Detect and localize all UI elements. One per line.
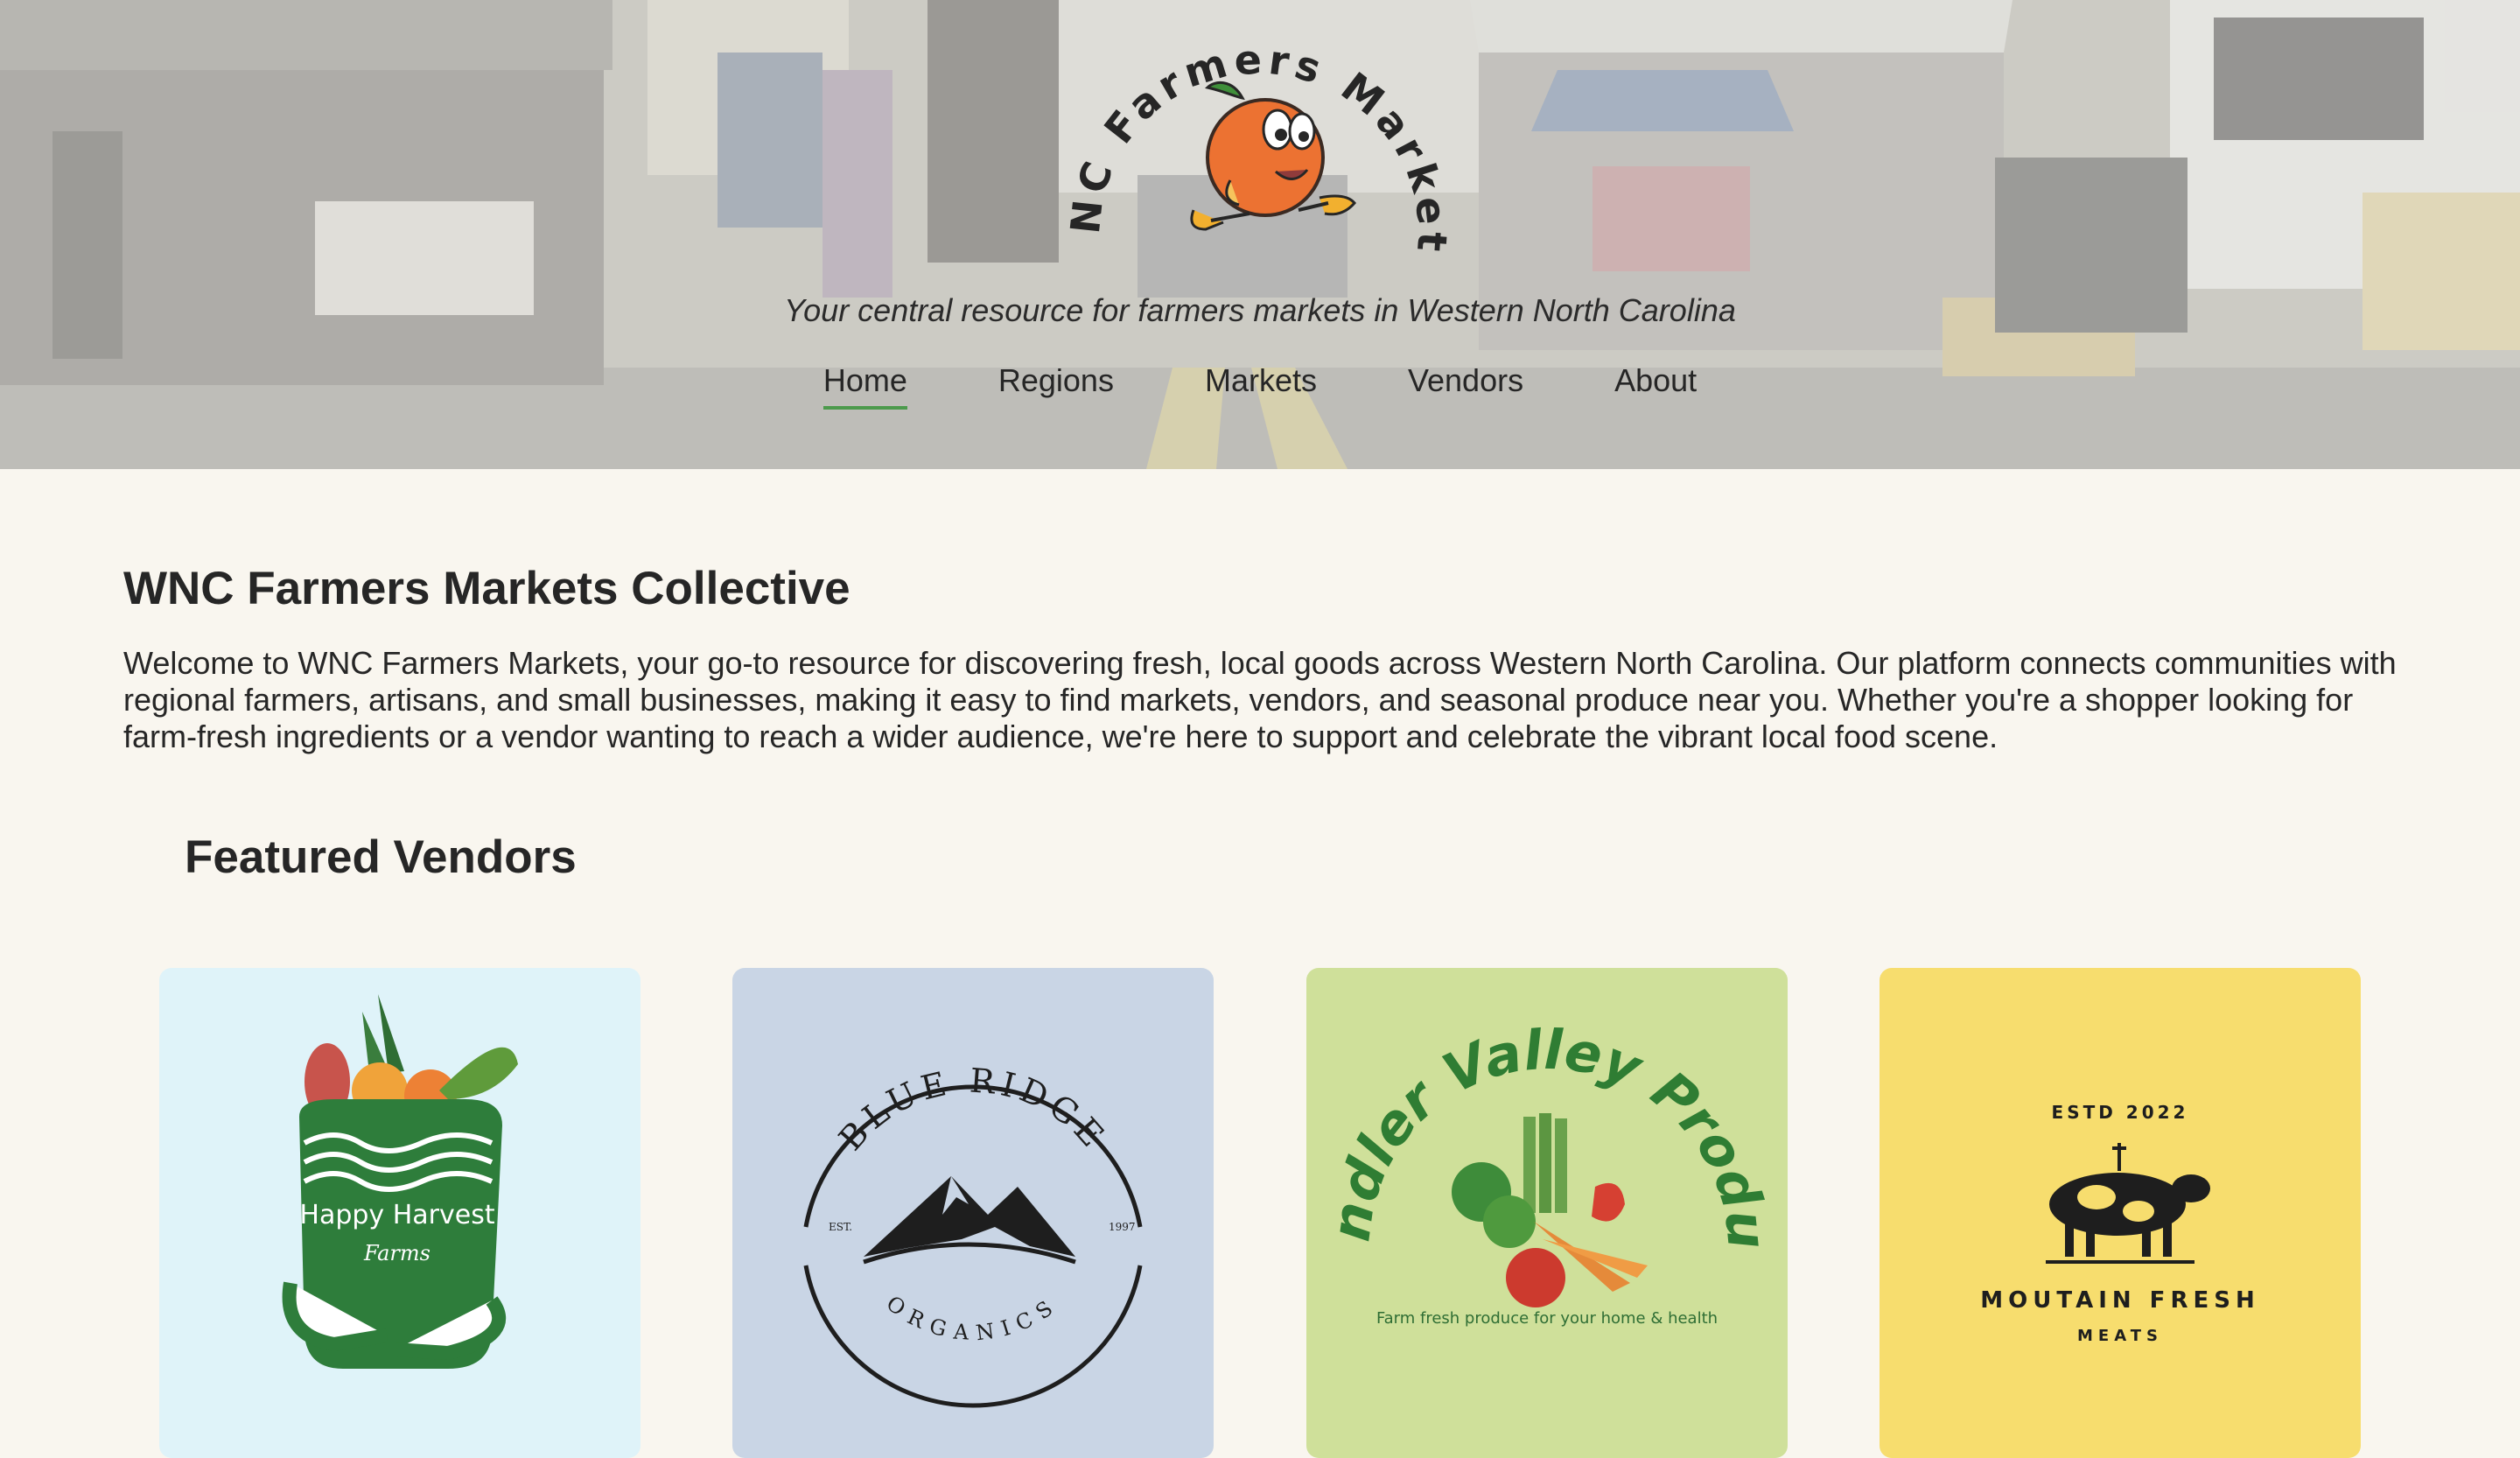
vendor-subtitle: MEATS bbox=[2077, 1327, 2163, 1345]
site-tagline: Your central resource for farmers market… bbox=[784, 292, 1736, 328]
blue-ridge-logo: BLUE RIDGE ORGANICS EST. 1997 bbox=[732, 968, 1214, 1458]
site-logo[interactable]: WNC Farmers Markets bbox=[1040, 0, 1480, 280]
moutain-fresh-logo: ESTD 2022 MOUTAIN FRESH MEATS bbox=[1880, 968, 2361, 1458]
happy-harvest-logo: Happy Harvest Farms bbox=[159, 968, 640, 1458]
nav-markets[interactable]: Markets bbox=[1205, 362, 1317, 410]
vendor-subtitle: Farms bbox=[363, 1241, 430, 1265]
est-badge: ESTD 2022 bbox=[2052, 1102, 2189, 1123]
orange-mascot-icon bbox=[1190, 81, 1356, 231]
main-nav: Home Regions Markets Vendors About bbox=[0, 362, 2520, 410]
est-year: 1997 bbox=[1109, 1221, 1136, 1233]
featured-vendors-grid: Happy Harvest Farms BLUE RIDGE ORGANICS … bbox=[0, 968, 2520, 1458]
vendor-card-happy-harvest[interactable]: Happy Harvest Farms bbox=[159, 968, 640, 1458]
nav-vendors[interactable]: Vendors bbox=[1408, 362, 1523, 410]
vendor-name: Happy Harvest bbox=[299, 1200, 494, 1230]
hero-banner: WNC Farmers Markets Your central resourc… bbox=[0, 0, 2520, 469]
est-label: EST. bbox=[829, 1221, 852, 1233]
vendor-card-blue-ridge[interactable]: BLUE RIDGE ORGANICS EST. 1997 bbox=[732, 968, 1214, 1458]
nav-regions[interactable]: Regions bbox=[998, 362, 1114, 410]
nav-home[interactable]: Home bbox=[822, 362, 907, 410]
vendor-subtitle: Farm fresh produce for your home & healt… bbox=[1376, 1309, 1718, 1328]
vendor-name: MOUTAIN FRESH bbox=[1980, 1287, 2259, 1314]
main-content: WNC Farmers Markets Collective Welcome t… bbox=[0, 469, 2520, 884]
vendor-card-moutain-fresh[interactable]: ESTD 2022 MOUTAIN FRESH MEATS bbox=[1880, 968, 2361, 1458]
featured-vendors-heading: Featured Vendors bbox=[185, 831, 577, 883]
vendor-card-candler-valley[interactable]: Candler Valley Produce Farm fresh produc… bbox=[1306, 968, 1788, 1458]
nav-about[interactable]: About bbox=[1614, 362, 1697, 410]
page-title: WNC Farmers Markets Collective bbox=[123, 563, 850, 614]
candler-valley-logo: Candler Valley Produce Farm fresh produc… bbox=[1306, 968, 1788, 1458]
intro-paragraph: Welcome to WNC Farmers Markets, your go-… bbox=[123, 645, 2397, 754]
